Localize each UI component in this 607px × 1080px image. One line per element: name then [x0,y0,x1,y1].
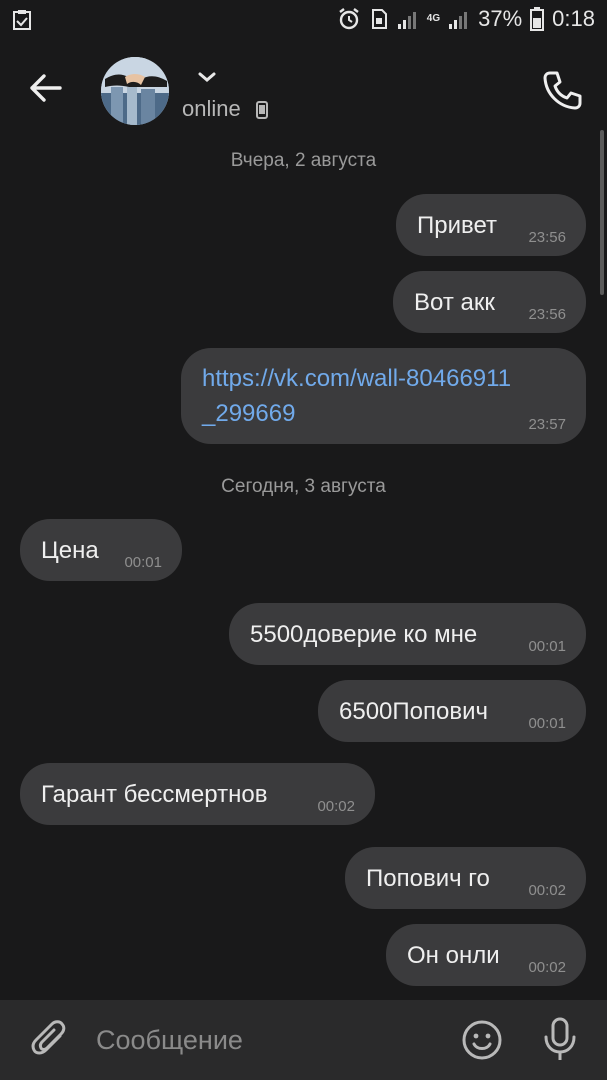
network-4g-icon: 4G [426,13,441,24]
chat-header: online [0,44,607,134]
message-time: 00:01 [528,715,566,732]
battery-percent: 37% [478,6,523,31]
message-time: 00:01 [124,554,162,571]
date-separator: Вчера, 2 августа [230,150,377,171]
outgoing-message[interactable]: Попович го 00:02 [345,847,586,909]
phone-call-icon[interactable] [540,68,584,112]
message-time: 00:02 [528,959,566,976]
message-text: 5500доверие ко мне [250,621,478,648]
message-text: Цена [41,537,99,564]
message-time: 23:56 [528,306,566,323]
date-separator: Сегодня, 3 августа [221,476,386,497]
microphone-icon[interactable] [541,1016,579,1062]
message-input[interactable] [96,1022,436,1058]
clock-time: 0:18 [552,6,595,31]
signal-icon-2 [448,8,470,30]
outgoing-message[interactable]: 6500Попович 00:01 [318,680,586,742]
outgoing-message[interactable]: 5500доверие ко мне 00:01 [229,603,586,665]
outgoing-message[interactable]: Привет 23:56 [396,194,586,256]
incoming-message[interactable]: Гарант бессмертнов 00:02 [20,763,375,825]
signal-icon [397,8,419,30]
sim-card-icon [369,8,389,30]
message-time: 23:56 [528,229,566,246]
message-time: 23:57 [528,416,566,433]
message-text: Гарант бессмертнов [41,781,268,808]
emoji-icon[interactable] [461,1019,503,1061]
message-time: 00:02 [528,882,566,899]
outgoing-message[interactable]: Вот акк 23:56 [393,271,586,333]
message-text: Вот акк [414,289,495,316]
back-arrow-icon[interactable] [26,68,66,108]
message-link[interactable]: https://vk.com/wall-80466911 _299669 [202,361,511,431]
chevron-down-icon[interactable] [197,70,217,84]
avatar[interactable] [101,57,169,125]
message-text: Он онли [407,942,500,969]
message-text: 6500Попович [339,698,488,725]
paperclip-icon[interactable] [30,1018,70,1062]
online-status: online [182,96,241,121]
incoming-message[interactable]: Цена 00:01 [20,519,182,581]
task-checkbox-icon [12,9,32,31]
status-bar: 4G 37% 0:18 [0,0,607,40]
link-line-2: _299669 [202,400,296,427]
message-time: 00:02 [317,798,355,815]
message-composer [0,1000,607,1080]
alarm-icon [337,7,361,31]
message-text: Привет [417,212,498,239]
outgoing-link-message[interactable]: https://vk.com/wall-80466911 _299669 23:… [181,348,586,444]
message-text: Попович го [366,865,490,892]
outgoing-message[interactable]: Он онли 00:02 [386,924,586,986]
message-time: 00:01 [528,638,566,655]
link-line-1: https://vk.com/wall-80466911 [202,365,512,392]
battery-icon [530,7,545,31]
mobile-device-icon [256,101,268,119]
